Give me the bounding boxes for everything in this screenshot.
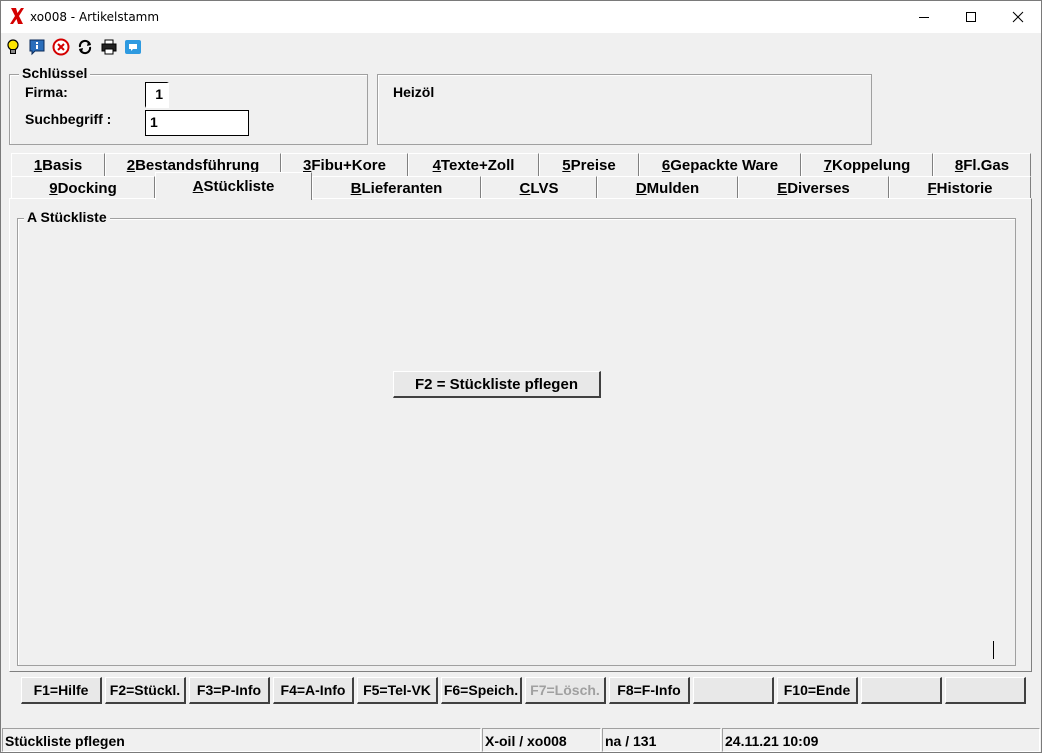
f11-empty-button[interactable]: [861, 677, 942, 704]
tab-hotkey: 6: [661, 157, 671, 174]
f2-stueckliste-button[interactable]: F2=Stückl.: [105, 677, 186, 704]
tab-hotkey: A: [192, 178, 204, 195]
status-bar: Stückliste pflegen X-oil / xo008 na / 13…: [1, 728, 1041, 753]
tab-label: Historie: [936, 180, 993, 197]
tab-gepackte-ware[interactable]: 6 Gepackte Ware: [639, 153, 801, 177]
text-cursor: [993, 641, 994, 659]
key-group-legend: Schlüssel: [19, 65, 91, 81]
maximize-button[interactable]: [948, 1, 994, 33]
tab-historie[interactable]: F Historie: [889, 176, 1031, 200]
f10-exit-button[interactable]: F10=Ende: [777, 677, 858, 704]
tab-label: Stückliste: [203, 178, 275, 195]
f8-f-info-button[interactable]: F8=F-Info: [609, 677, 690, 704]
suchbegriff-field[interactable]: 1: [145, 110, 249, 136]
f4-a-info-button[interactable]: F4=A-Info: [273, 677, 354, 704]
tab-hotkey: 1: [33, 157, 43, 174]
tab-diverses[interactable]: E Diverses: [738, 176, 889, 200]
tab-lieferanten[interactable]: B Lieferanten: [312, 176, 481, 200]
tab-hotkey: E: [777, 180, 788, 197]
close-icon: [1012, 11, 1024, 23]
f5-tel-vk-button[interactable]: F5=Tel-VK: [357, 677, 438, 704]
tab-hotkey: 7: [823, 157, 832, 174]
cancel-icon[interactable]: [52, 38, 70, 56]
app-logo-icon: [10, 8, 24, 24]
tab-label: Fl.Gas: [963, 157, 1010, 174]
info-group: [377, 74, 872, 145]
tab-hotkey: B: [350, 180, 362, 197]
tab-hotkey: D: [635, 180, 647, 197]
tab-mulden[interactable]: D Mulden: [597, 176, 738, 200]
toolbar: [1, 34, 1041, 60]
tab-label: Koppelung: [832, 157, 911, 174]
lightbulb-icon[interactable]: [4, 38, 22, 56]
tab-hotkey: F: [927, 180, 937, 197]
tab-hotkey: 8: [954, 157, 964, 174]
tab-hotkey: C: [519, 180, 531, 197]
tab-label: Docking: [57, 180, 117, 197]
tab-label: Basis: [42, 157, 83, 174]
minimize-button[interactable]: [901, 1, 947, 33]
status-datetime: 24.11.21 10:09: [722, 728, 1040, 752]
suchbegriff-label: Suchbegriff :: [25, 111, 112, 127]
tab-label: Gepackte Ware: [670, 157, 779, 174]
tab-label: Fibu+Kore: [311, 157, 386, 174]
stueckliste-group: [17, 218, 1016, 666]
tab-preise[interactable]: 5 Preise: [539, 153, 639, 177]
status-program: X-oil / xo008: [482, 728, 601, 752]
firma-label: Firma:: [25, 84, 68, 100]
tab-stueckliste[interactable]: A Stückliste: [155, 172, 312, 200]
title-bar[interactable]: xo008 - Artikelstamm: [1, 1, 1041, 33]
f7-delete-button: F7=Lösch.: [525, 677, 606, 704]
close-button[interactable]: [995, 1, 1041, 33]
tab-docking[interactable]: 9 Docking: [11, 176, 155, 200]
chat-icon[interactable]: [124, 38, 142, 56]
f6-save-button[interactable]: F6=Speich.: [441, 677, 522, 704]
minimize-icon: [919, 17, 929, 18]
tab-hotkey: 2: [126, 157, 136, 174]
f1-help-button[interactable]: F1=Hilfe: [21, 677, 102, 704]
print-icon[interactable]: [100, 38, 118, 56]
tab-koppelung[interactable]: 7 Koppelung: [801, 153, 933, 177]
status-user: na / 131: [602, 728, 721, 752]
f12-empty-button[interactable]: [945, 677, 1026, 704]
tab-fl-gas[interactable]: 8 Fl.Gas: [933, 153, 1031, 177]
tab-hotkey: 5: [562, 157, 571, 174]
tab-lvs[interactable]: C LVS: [481, 176, 597, 200]
tab-label: Mulden: [646, 180, 700, 197]
stueckliste-group-legend: A Stückliste: [24, 209, 110, 225]
tab-label: Texte+Zoll: [440, 157, 515, 174]
status-message: Stückliste pflegen: [2, 728, 481, 752]
tab-label: Diverses: [787, 180, 850, 197]
tab-label: LVS: [530, 180, 559, 197]
window-title: xo008 - Artikelstamm: [30, 10, 160, 24]
tab-label: Preise: [570, 157, 616, 174]
f3-p-info-button[interactable]: F3=P-Info: [189, 677, 270, 704]
tab-basis[interactable]: 1 Basis: [11, 153, 105, 177]
refresh-icon[interactable]: [76, 38, 94, 56]
application-window: xo008 - Artikelstamm Schlüssel Firma: 1 …: [0, 0, 1042, 753]
article-description: Heizöl: [393, 84, 435, 100]
tab-hotkey: 9: [49, 180, 58, 197]
info-icon[interactable]: [28, 38, 46, 56]
tab-texte-zoll[interactable]: 4 Texte+Zoll: [408, 153, 539, 177]
maximize-icon: [966, 12, 976, 22]
firma-field[interactable]: 1: [145, 82, 169, 108]
stueckliste-pflegen-button[interactable]: F2 = Stückliste pflegen: [393, 371, 601, 398]
f9-empty-button[interactable]: [693, 677, 774, 704]
tab-hotkey: 4: [432, 157, 441, 174]
tab-label: Lieferanten: [361, 180, 443, 197]
